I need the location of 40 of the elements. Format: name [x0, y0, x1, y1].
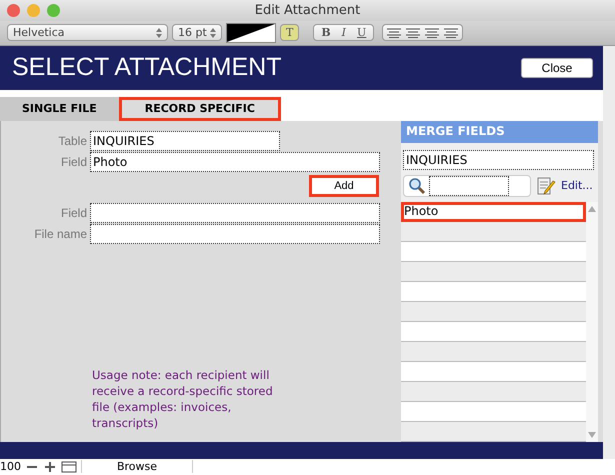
usage-note: Usage note: each recipient will receive a record-specific stored file (examples: invoices, transcripts) [92, 366, 274, 431]
table-field[interactable]: INQUIRIES [90, 131, 280, 152]
style-button[interactable]: I [338, 26, 350, 40]
align-icon[interactable] [387, 28, 402, 38]
tab[interactable]: RECORD SPECIFIC [118, 96, 281, 121]
font-dropdown[interactable]: Helvetica [7, 24, 168, 42]
page-title: SELECT ATTACHMENT [12, 53, 282, 82]
search-icon [408, 176, 426, 195]
close-button[interactable]: Close [521, 58, 593, 78]
field-field[interactable] [90, 203, 380, 224]
align-icon[interactable] [425, 28, 440, 38]
edit-link[interactable]: Edit... [561, 179, 593, 192]
stepper-arrows-icon [156, 28, 162, 38]
search-field[interactable] [403, 174, 531, 197]
file-name-field[interactable] [90, 224, 380, 244]
field-label: File name [33, 227, 88, 242]
style-button[interactable]: B [318, 26, 334, 40]
stepper-arrows-icon [210, 28, 216, 38]
notepad-pencil-icon[interactable] [536, 176, 556, 196]
zoom-in-icon[interactable] [43, 460, 57, 473]
field-label: Field [60, 206, 88, 220]
close-light[interactable] [7, 4, 20, 17]
zoom-level: 100 [0, 460, 21, 474]
text-button[interactable]: T [280, 24, 300, 42]
size-dropdown[interactable]: 16 pt [172, 24, 222, 42]
tab[interactable]: SINGLE FILE [0, 96, 119, 121]
window-title: Edit Attachment [254, 3, 360, 18]
color-swatch[interactable] [226, 22, 276, 43]
toolbar-toggle-icon[interactable] [61, 460, 77, 473]
table-dropdown[interactable]: INQUIRIES [403, 150, 594, 170]
field-label: Field [60, 155, 88, 170]
style-button[interactable]: U [354, 26, 370, 40]
mode-label: Browse [81, 460, 193, 474]
field-label: Table [57, 134, 88, 148]
merge-fields-header: MERGE FIELDS [401, 120, 598, 143]
field-field[interactable]: Photo [90, 152, 380, 172]
merge-field-item[interactable]: Photo [401, 202, 586, 222]
align-icon[interactable] [444, 28, 458, 38]
add-button[interactable]: Add [309, 174, 379, 197]
align-icon[interactable] [406, 28, 420, 38]
